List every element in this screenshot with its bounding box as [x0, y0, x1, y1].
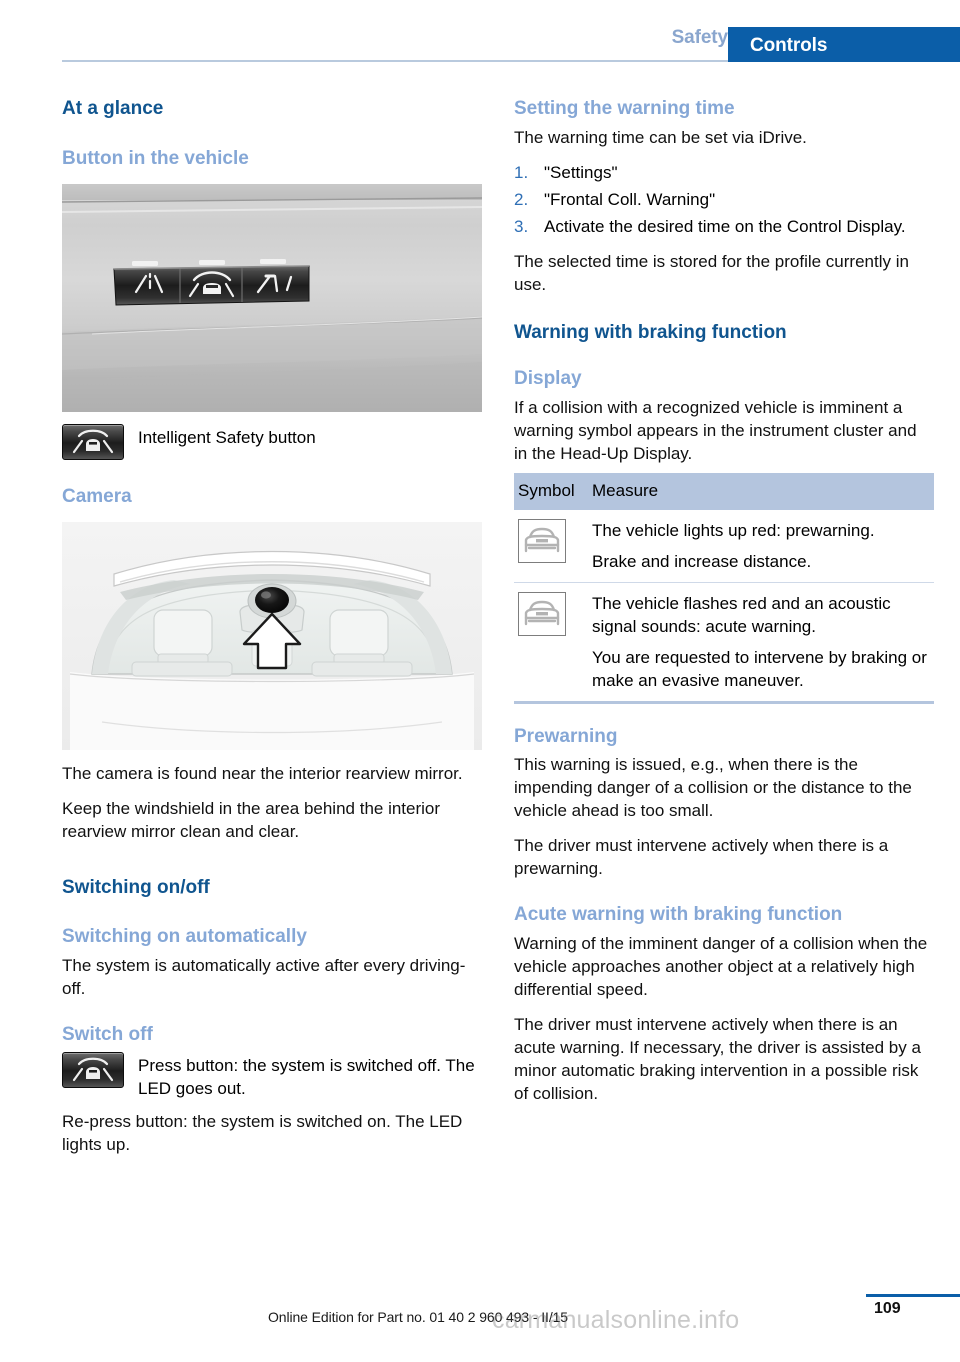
measure-paragraph: You are requested to intervene by brakin… [592, 647, 927, 690]
intelligent-safety-button-icon [62, 423, 124, 460]
step-text: Activate the desired time on the Control… [544, 216, 906, 236]
left-column: At a glance Button in the vehicle Intell… [62, 98, 482, 1156]
step-text: "Frontal Coll. Warning" [544, 189, 716, 209]
table-cell-measure: The vehicle flashes red and an acoustic … [590, 582, 934, 704]
page-number: 109 [874, 1300, 901, 1317]
table-cell-symbol [514, 582, 590, 704]
table-header-row: Symbol Measure [514, 472, 934, 510]
acute-paragraph-1: Warning of the imminent danger of a coll… [514, 934, 928, 1000]
breadcrumb-section-safety[interactable]: Safety [672, 27, 729, 49]
right-column: Setting the warning time The warning tim… [514, 98, 934, 1105]
step-number: 1. [514, 162, 529, 182]
heading-camera: Camera [62, 485, 132, 507]
page-footer: 109 Online Edition for Part no. 01 40 2 … [0, 1290, 960, 1362]
legend-switch-off-button: Press button: the system is switched off… [62, 1052, 482, 1100]
step-number: 2. [514, 189, 529, 209]
prewarning-paragraph-1: This warning is issued, e.g., when there… [514, 755, 912, 821]
page-header: Safety Controls [0, 0, 960, 62]
step-text: "Settings" [544, 162, 618, 182]
legend-intelligent-safety-button: Intelligent Safety button [62, 423, 482, 460]
prewarning-paragraph-2: The driver must intervene actively when … [514, 836, 889, 879]
table-row: The vehicle lights up red: prewarning. B… [514, 509, 934, 583]
camera-paragraph-2: Keep the windshield in the area behind t… [62, 798, 441, 841]
page-number-rule [866, 1294, 960, 1297]
camera-paragraph-1: The camera is found near the interior re… [62, 763, 463, 783]
setting-steps-list: 1. "Settings" 2. "Frontal Coll. Warning"… [514, 161, 934, 238]
heading-switching-on-off: Switching on/off [62, 876, 210, 898]
warning-symbol-table: Symbol Measure The vehicle lights up red… [514, 472, 934, 704]
setting-paragraph-1: The warning time can be set via iDrive. [514, 127, 807, 147]
vehicle-front-icon [518, 518, 566, 563]
table-row: The vehicle flashes red and an acoustic … [514, 582, 934, 704]
table-header-measure: Measure [590, 472, 934, 510]
table-cell-measure: The vehicle lights up red: prewarning. B… [590, 509, 934, 583]
header-divider-rule [62, 60, 728, 62]
heading-setting-the-warning-time: Setting the warning time [514, 98, 735, 119]
list-item: 1. "Settings" [514, 161, 934, 184]
table-header-symbol: Symbol [514, 472, 590, 510]
intelligent-safety-button-icon [62, 1052, 124, 1089]
measure-paragraph: Brake and increase distance. [592, 551, 812, 571]
figure-button-in-vehicle [62, 183, 482, 412]
step-number: 3. [514, 216, 529, 236]
heading-switching-on-automatically: Switching on automatically [62, 926, 307, 948]
heading-acute-warning-with-braking-function: Acute warning with braking function [514, 904, 843, 926]
site-watermark: carmanualsonline.info [492, 1306, 740, 1334]
vehicle-front-icon [518, 591, 566, 636]
measure-paragraph: The vehicle lights up red: prewarning. [592, 520, 875, 540]
breadcrumb-section-controls-label: Controls [750, 35, 828, 56]
list-item: 2. "Frontal Coll. Warning" [514, 188, 934, 211]
measure-paragraph: The vehicle flashes red and an acoustic … [592, 593, 891, 636]
display-paragraph-1: If a collision with a recognized vehicle… [514, 397, 917, 463]
heading-button-in-the-vehicle: Button in the vehicle [62, 147, 249, 169]
switch-off-paragraph-1: Re-press button: the system is switched … [62, 1112, 463, 1155]
heading-switch-off: Switch off [62, 1024, 153, 1046]
breadcrumb-section-controls[interactable]: Controls [728, 27, 960, 62]
heading-display: Display [514, 367, 582, 389]
heading-at-a-glance: At a glance [62, 98, 164, 119]
figure-camera-location [62, 521, 482, 750]
heading-prewarning: Prewarning [514, 725, 618, 747]
switch-off-instruction: Press button: the system is switched off… [138, 1056, 475, 1099]
setting-paragraph-2: The selected time is stored for the prof… [514, 251, 909, 294]
switching-on-paragraph-1: The system is automatically active after… [62, 956, 466, 999]
heading-warning-with-braking-function: Warning with braking function [514, 321, 787, 343]
acute-paragraph-2: The driver must intervene actively when … [514, 1015, 921, 1104]
intelligent-safety-button-label: Intelligent Safety button [138, 427, 316, 447]
list-item: 3. Activate the desired time on the Cont… [514, 215, 934, 238]
table-cell-symbol [514, 509, 590, 583]
